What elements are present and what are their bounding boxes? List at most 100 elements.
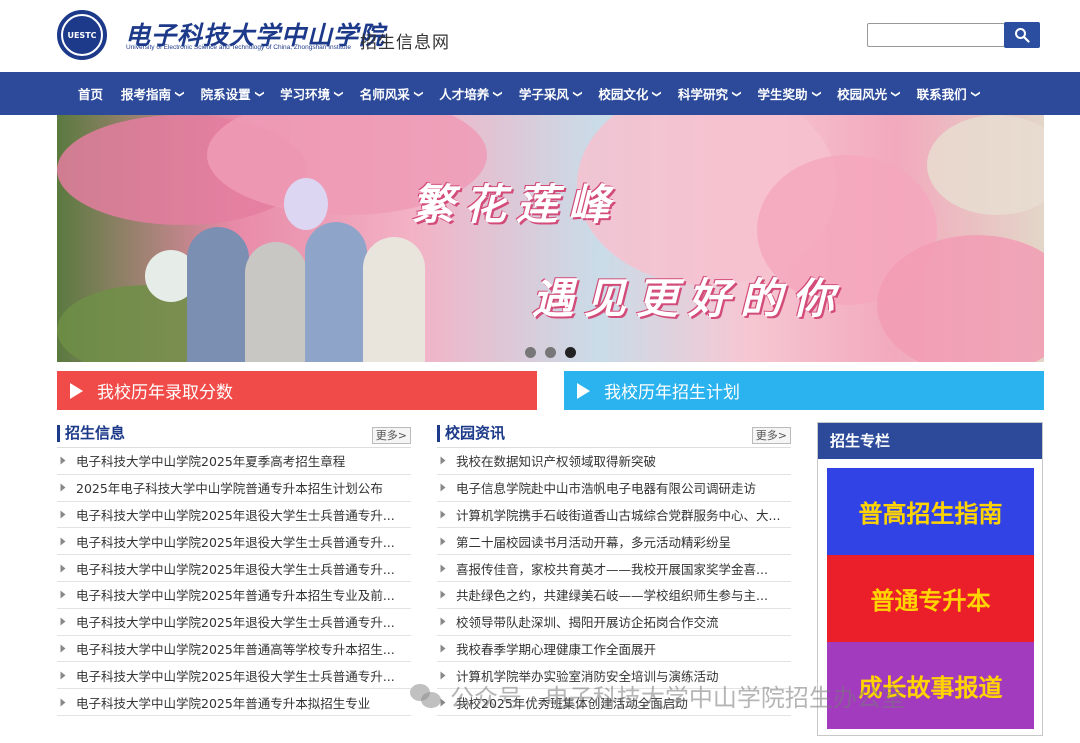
wechat-watermark: 公众号 · 电子科技大学中山学院招生办公室 [410,678,905,713]
news-item[interactable]: 我校春季学期心理健康工作全面展开 [437,636,791,663]
admission-item[interactable]: 电子科技大学中山学院2025年普通高等学校专升本招生... [57,636,411,663]
campus-news-more-link[interactable]: 更多> [751,427,791,444]
search-input[interactable] [867,23,1005,47]
chevron-down-icon: ❯ [651,89,662,98]
admission-item[interactable]: 2025年电子科技大学中山学院普通专升本招生计划公布 [57,475,411,502]
admission-item[interactable]: 电子科技大学中山学院2025年夏季高考招生章程 [57,448,411,475]
news-title: 喜报传佳音，家校共育英才——我校开展国家奖学金喜... [456,561,768,577]
school-seal-logo[interactable]: UESTC [57,10,107,60]
nav-item[interactable]: 报考指南 ❯ [112,84,192,103]
admission-item[interactable]: 电子科技大学中山学院2025年退役大学生士兵普通专升... [57,555,411,582]
nav-item-label: 学子采风 [518,87,569,102]
nav-item[interactable]: 院系设置 ❯ [192,84,272,103]
bullet-icon [60,564,66,573]
nav-item-label: 报考指南 [121,87,172,102]
nav-item[interactable]: 名师风采 ❯ [351,84,431,103]
nav-item[interactable]: 联系我们 ❯ [908,84,988,103]
play-icon [70,382,83,399]
carousel-dot-active[interactable] [565,347,576,358]
wechat-icon [410,682,442,710]
admission-item[interactable]: 电子科技大学中山学院2025年退役大学生士兵普通专升... [57,609,411,636]
news-item[interactable]: 我校在数据知识产权领域取得新突破 [437,448,791,475]
upgrade-program-card[interactable]: 普通专升本 [827,555,1034,642]
news-item[interactable]: 校领导带队赴深圳、揭阳开展访企拓岗合作交流 [437,609,791,636]
news-title: 我校春季学期心理健康工作全面展开 [456,641,657,657]
news-item[interactable]: 计算机学院携手石岐街道香山古城综合党群服务中心、大... [437,502,791,529]
bullet-icon [60,644,66,653]
admission-item[interactable]: 电子科技大学中山学院2025年退役大学生士兵普通专升... [57,528,411,556]
admission-item[interactable]: 电子科技大学中山学院2025年退役大学生士兵普通专升... [57,502,411,529]
news-title: 电子科技大学中山学院2025年普通专升本招生专业及前... [76,588,395,604]
nav-item-label: 学生奖助 [757,87,808,102]
main-nav: 首页 报考指南 ❯ 院系设置 ❯ 学习环境 ❯ 名师风采 ❯ 人才培养 ❯ 学子采风 ❯ 校园文化 ❯ 科学研… [0,72,1080,115]
news-title: 电子科技大学中山学院2025年退役大学生士兵普通专升... [76,615,395,631]
site-header: UESTC 电子科技大学中山学院 University of Electroni… [0,0,1080,72]
news-title: 我校在数据知识产权领域取得新突破 [456,454,657,470]
bullet-icon [440,564,446,573]
carousel-dot[interactable] [545,347,556,358]
admissions-section: 招生信息 更多> 电子科技大学中山学院2025年夏季高考招生章程 2025年电子科… [57,422,411,716]
admission-item[interactable]: 电子科技大学中山学院2025年退役大学生士兵普通专升... [57,662,411,690]
news-title: 电子科技大学中山学院2025年普通高等学校专升本招生... [76,641,395,657]
seal-ring: UESTC [61,14,103,56]
seal-text: UESTC [67,30,97,40]
chevron-down-icon: ❯ [253,89,264,98]
news-item[interactable]: 喜报传佳音，家校共育英才——我校开展国家奖学金喜... [437,555,791,582]
nav-item-label: 首页 [78,87,104,102]
admission-item[interactable]: 电子科技大学中山学院2025年普通专升本拟招生专业 [57,689,411,716]
nav-item[interactable]: 校园文化 ❯ [589,84,669,103]
nav-item[interactable]: 科学研究 ❯ [669,84,749,103]
campus-news-title: 校园资讯 [437,425,505,442]
enrollment-plan-link[interactable]: 我校历年招生计划 [564,371,1044,410]
news-title: 电子信息学院赴中山市浩帆电子电器有限公司调研走访 [456,481,757,497]
nav-item-label: 校园文化 [598,87,649,102]
news-title: 校领导带队赴深圳、揭阳开展访企拓岗合作交流 [456,615,719,631]
carousel-dot[interactable] [525,347,536,358]
nav-item[interactable]: 学子采风 ❯ [510,84,590,103]
bullet-icon [60,483,66,492]
student-figure [363,237,425,362]
nav-item[interactable]: 人才培养 ❯ [430,84,510,103]
watermark-text: 公众号 · 电子科技大学中山学院招生办公室 [450,684,905,712]
chevron-down-icon: ❯ [969,89,980,98]
news-title: 电子科技大学中山学院2025年退役大学生士兵普通专升... [76,534,395,550]
play-icon [577,382,590,399]
news-title: 电子科技大学中山学院2025年夏季高考招生章程 [76,454,346,470]
bullet-icon [60,456,66,465]
chevron-down-icon: ❯ [412,89,423,98]
hero-banner[interactable]: 繁花莲峰 遇见更好的你 [57,115,1044,362]
bullet-icon [440,644,446,653]
admission-scores-link[interactable]: 我校历年录取分数 [57,371,537,410]
news-item[interactable]: 第二十届校园读书月活动开幕，多元活动精彩纷呈 [437,528,791,556]
chevron-down-icon: ❯ [730,89,741,98]
nav-item[interactable]: 学生奖助 ❯ [749,84,829,103]
news-title: 电子科技大学中山学院2025年普通专升本拟招生专业 [76,695,371,711]
nav-item[interactable]: 校园风光 ❯ [828,84,908,103]
admissions-more-link[interactable]: 更多> [371,427,411,444]
bullet-icon [440,537,446,546]
bullet-icon [440,483,446,492]
bullet-icon [60,671,66,680]
nav-item[interactable]: 首页 [69,84,112,103]
news-title: 电子科技大学中山学院2025年退役大学生士兵普通专升... [76,668,395,684]
banner-headline-1: 繁花莲峰 [412,180,621,229]
nav-list: 首页 报考指南 ❯ 院系设置 ❯ 学习环境 ❯ 名师风采 ❯ 人才培养 ❯ 学子采风 ❯ 校园文化 ❯ 科学研… [0,72,1080,115]
carousel-dots [525,347,576,358]
news-item[interactable]: 共赴绿色之约，共建绿美石岐——学校组织师生参与主... [437,582,791,609]
nav-item-label: 科学研究 [677,87,728,102]
nav-item[interactable]: 学习环境 ❯ [271,84,351,103]
banner-headline-2: 遇见更好的你 [532,274,845,323]
student-figure [187,227,249,362]
bullet-icon [60,537,66,546]
search-button[interactable] [1004,22,1040,48]
high-school-guide-card[interactable]: 普高招生指南 [827,468,1034,555]
bullet-icon [60,617,66,626]
search-icon [1015,28,1030,43]
news-item[interactable]: 电子信息学院赴中山市浩帆电子电器有限公司调研走访 [437,475,791,502]
news-title: 共赴绿色之约，共建绿美石岐——学校组织师生参与主... [456,588,768,604]
bullet-icon [440,456,446,465]
student-figure [305,222,367,362]
campus-news-section: 校园资讯 更多> 我校在数据知识产权领域取得新突破电子信息学院赴中山市浩帆电子电… [437,422,791,716]
campus-news-list: 我校在数据知识产权领域取得新突破电子信息学院赴中山市浩帆电子电器有限公司调研走访… [437,448,791,716]
admission-item[interactable]: 电子科技大学中山学院2025年普通专升本招生专业及前... [57,582,411,609]
